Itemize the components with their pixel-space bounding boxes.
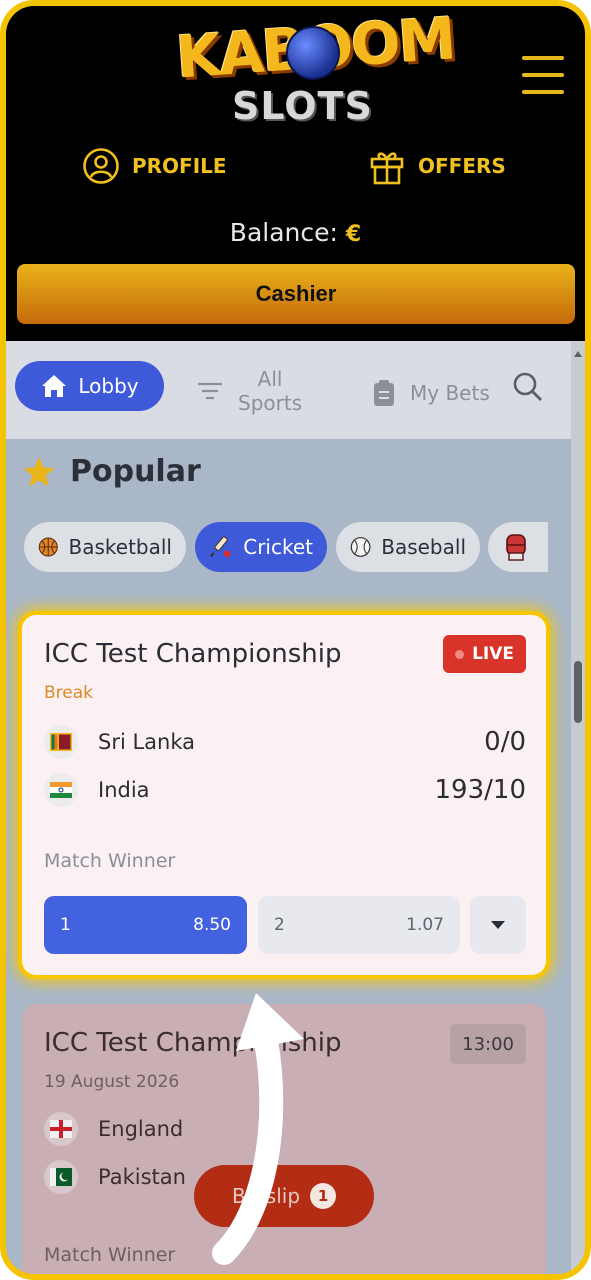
hamburger-menu-icon[interactable] [522, 56, 564, 102]
gift-icon [370, 152, 404, 185]
tab-all-sports-line2: Sports [238, 391, 303, 415]
sports-tabbar: Lobby All Sports My Bets [6, 341, 571, 439]
site-header: KABOOM SLOTS PROFILE OFFERS [6, 6, 585, 341]
odd-away-label: 2 [274, 915, 285, 935]
tab-my-bets-label: My Bets [410, 381, 490, 405]
star-icon [23, 456, 55, 486]
profile-link[interactable]: PROFILE [82, 144, 227, 188]
bomb-icon [286, 26, 340, 80]
curved-arrow-icon [212, 993, 304, 1265]
team-home-score: 0/0 [484, 727, 526, 757]
phone-frame: KABOOM SLOTS PROFILE OFFERS [0, 0, 591, 1280]
india-flag-icon [44, 773, 78, 807]
chip-basketball[interactable]: Basketball [24, 522, 186, 572]
live-dot-icon [455, 649, 465, 659]
balance-label: Balance: [229, 218, 338, 247]
match-status: Break [44, 683, 93, 703]
odd-home-label: 1 [60, 915, 71, 935]
team-away-name: India [98, 778, 150, 802]
sri-lanka-flag-icon [44, 725, 78, 759]
tab-all-sports[interactable]: All Sports [196, 367, 302, 415]
match-time-badge: 13:00 [450, 1024, 526, 1064]
england-flag-icon [44, 1112, 78, 1146]
odd-button-home[interactable]: 1 8.50 [44, 896, 247, 954]
filter-icon [198, 382, 222, 400]
live-badge-label: LIVE [472, 644, 514, 664]
cricket-icon [210, 536, 231, 558]
tab-lobby[interactable]: Lobby [15, 361, 164, 411]
chip-basketball-label: Basketball [68, 535, 172, 559]
chip-baseball-label: Baseball [381, 535, 466, 559]
tab-all-sports-line1: All [257, 367, 283, 391]
more-markets-button[interactable] [470, 896, 526, 954]
team-row-home: Sri Lanka 0/0 [44, 722, 526, 762]
chip-baseball[interactable]: Baseball [336, 522, 480, 572]
boxing-glove-icon [506, 534, 526, 561]
tab-lobby-label: Lobby [78, 374, 139, 398]
basketball-icon [38, 537, 58, 557]
clipboard-icon [374, 380, 394, 406]
market-label: Match Winner [44, 1244, 176, 1266]
match-date: 19 August 2026 [44, 1072, 180, 1092]
sportsbook-area: Lobby All Sports My Bets Popular Basketb… [6, 341, 585, 1274]
tab-my-bets[interactable]: My Bets [372, 379, 490, 407]
scroll-up-icon[interactable] [571, 347, 585, 361]
balance-currency: € [345, 222, 362, 247]
market-label: Match Winner [44, 850, 176, 872]
odd-away-value: 1.07 [406, 915, 444, 935]
scroll-thumb[interactable] [574, 661, 582, 723]
profile-label: PROFILE [132, 154, 227, 178]
search-icon[interactable] [512, 371, 544, 403]
caret-down-icon [491, 921, 505, 929]
odd-button-away[interactable]: 2 1.07 [258, 896, 460, 954]
pakistan-flag-icon [44, 1160, 78, 1194]
offers-label: OFFERS [418, 154, 506, 178]
user-icon [83, 148, 119, 184]
popular-heading: Popular [22, 454, 201, 489]
balance-display: Balance: € [6, 218, 585, 247]
cashier-button[interactable]: Cashier [17, 264, 575, 324]
popular-title: Popular [70, 454, 201, 489]
chip-boxing[interactable] [488, 522, 548, 572]
match-competition: ICC Test Championship [44, 639, 342, 669]
logo-wordmark-bottom: SLOTS [232, 84, 373, 128]
live-badge: LIVE [443, 635, 526, 673]
home-icon [42, 375, 67, 397]
chip-cricket-label: Cricket [243, 535, 313, 559]
offers-link[interactable]: OFFERS [368, 144, 506, 188]
site-logo[interactable]: KABOOM SLOTS [174, 6, 456, 129]
team-away-score: 193/10 [434, 775, 526, 805]
page-scrollbar[interactable] [571, 341, 585, 1274]
baseball-icon [350, 537, 371, 557]
match-card-live[interactable]: ICC Test Championship LIVE Break Sri Lan… [22, 615, 546, 975]
team-row-away: India 193/10 [44, 770, 526, 810]
odd-home-value: 8.50 [193, 915, 231, 935]
team-home-name: Sri Lanka [98, 730, 196, 754]
chip-cricket[interactable]: Cricket [195, 522, 327, 572]
